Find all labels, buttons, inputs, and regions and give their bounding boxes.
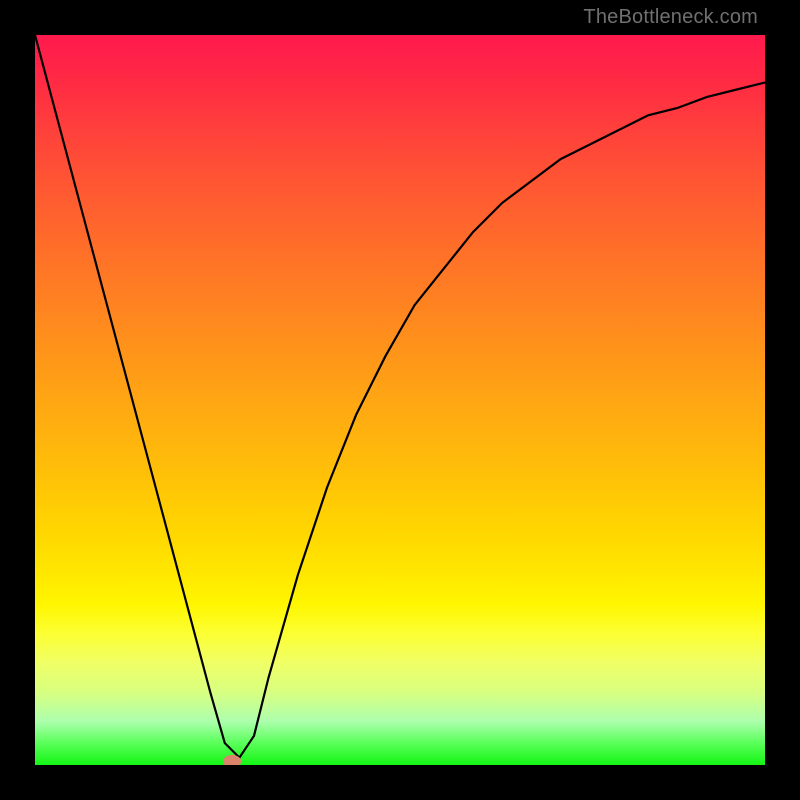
plot-area: [35, 35, 765, 765]
bottleneck-curve: [35, 35, 765, 765]
chart-container: TheBottleneck.com: [0, 0, 800, 800]
curve-path: [35, 35, 765, 758]
attribution-text: TheBottleneck.com: [583, 6, 758, 29]
